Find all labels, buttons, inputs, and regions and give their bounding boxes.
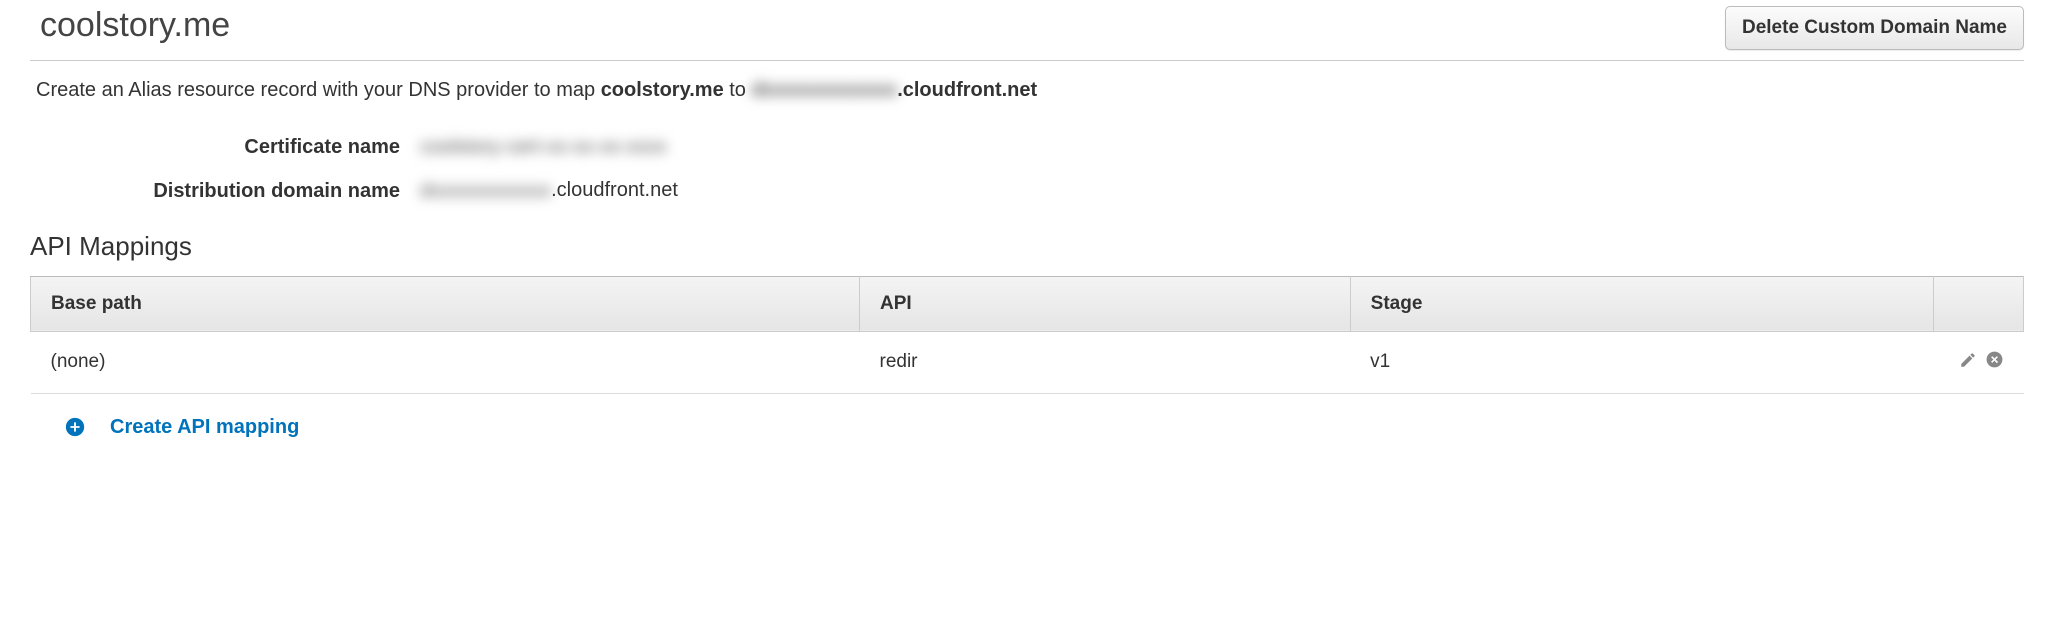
instructions-target-suffix: .cloudfront.net [897,79,1037,101]
instructions-target-redacted: dxxxxxxxxxxxx [751,79,897,102]
distribution-domain-label: Distribution domain name [30,180,420,203]
instructions-domain: coolstory.me [601,79,724,101]
create-api-mapping-row: Create API mapping [30,394,2024,463]
distribution-domain-suffix: .cloudfront.net [551,179,678,201]
table-row: (none) redir v1 [31,331,2024,393]
table-header-row: Base path API Stage [31,276,2024,331]
col-stage: Stage [1350,276,1933,331]
distribution-domain-row: Distribution domain name dxxxxxxxxxxxx.c… [30,169,2024,212]
alias-instructions: Create an Alias resource record with you… [30,61,2024,126]
cell-base-path: (none) [31,331,860,393]
delete-custom-domain-button[interactable]: Delete Custom Domain Name [1725,6,2024,50]
cell-stage: v1 [1350,331,1933,393]
col-actions [1934,276,2024,331]
api-mappings-title: API Mappings [30,231,2024,262]
domain-header: coolstory.me Delete Custom Domain Name [30,0,2024,61]
delete-mapping-button[interactable] [1985,350,2004,369]
distribution-domain-value: dxxxxxxxxxxxx.cloudfront.net [420,179,678,202]
edit-mapping-button[interactable] [1959,351,1977,369]
col-base-path: Base path [31,276,860,331]
certificate-name-row: Certificate name coolstory-cert-xx-xx-xx… [30,126,2024,169]
certificate-name-value: coolstory-cert-xx-xx-xx-xxxx [420,136,667,159]
distribution-domain-redacted: dxxxxxxxxxxxx [420,180,551,203]
certificate-name-label: Certificate name [30,136,420,159]
create-api-mapping-plus[interactable] [64,416,86,438]
create-api-mapping-link[interactable]: Create API mapping [110,416,299,439]
col-api: API [860,276,1351,331]
api-mappings-table: Base path API Stage (none) redir v1 [30,276,2024,394]
cell-actions [1934,331,2024,393]
domain-title: coolstory.me [40,6,230,45]
instructions-middle: to [724,79,752,101]
plus-circle-icon [64,416,86,438]
cell-api: redir [860,331,1351,393]
pencil-icon [1959,351,1977,369]
instructions-prefix: Create an Alias resource record with you… [36,79,601,101]
close-circle-icon [1985,350,2004,369]
certificate-name-redacted: coolstory-cert-xx-xx-xx-xxxx [420,136,667,159]
